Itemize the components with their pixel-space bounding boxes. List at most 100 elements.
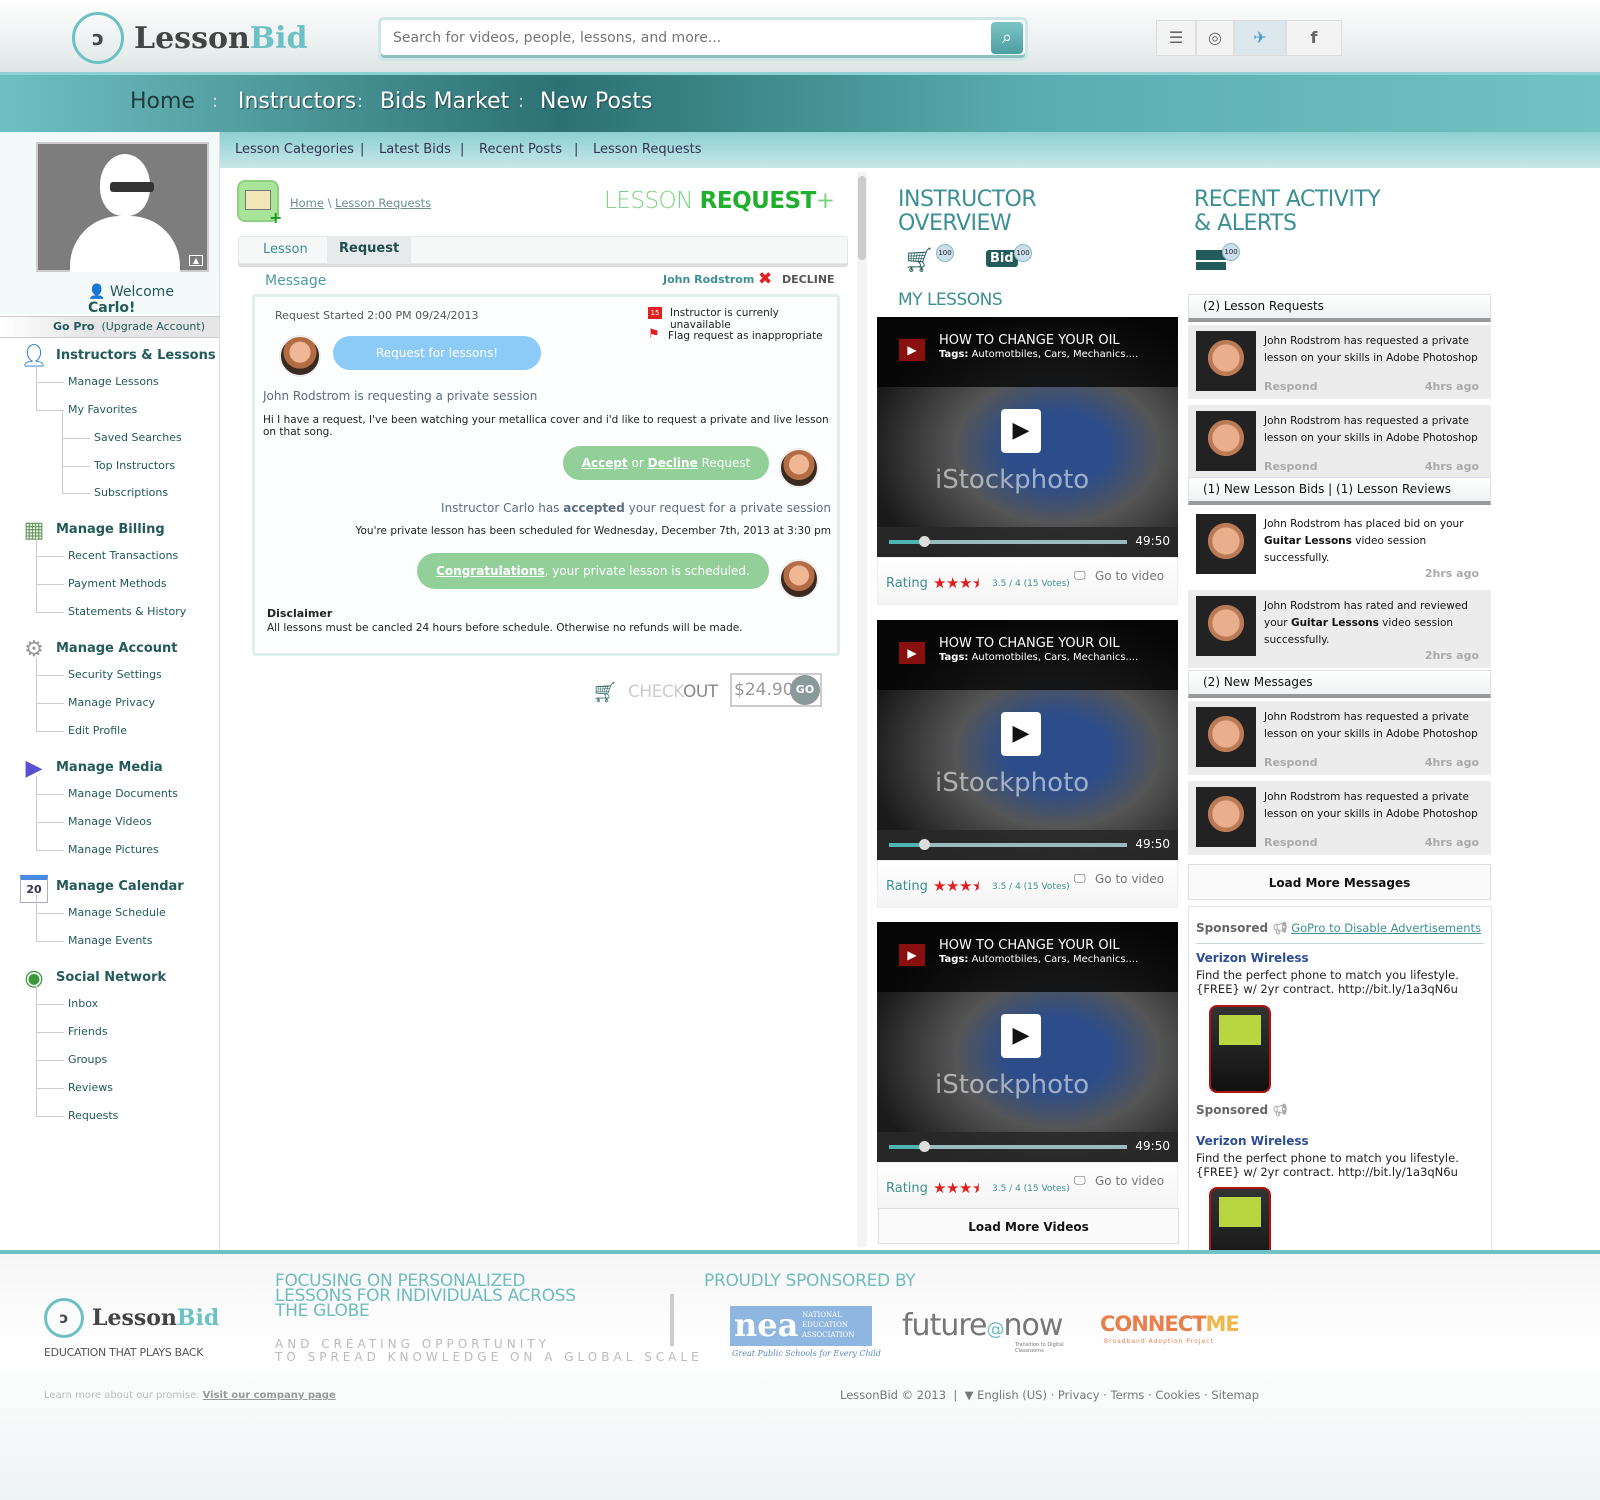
sidebar-item-friends[interactable]: Friends xyxy=(68,1025,108,1038)
flag-request-link[interactable]: Flag request as inappropriate xyxy=(668,330,823,342)
load-more-videos-button[interactable]: Load More Videos xyxy=(878,1208,1179,1244)
logo[interactable]: ↄ LessonBid xyxy=(72,12,308,64)
video-thumbnail[interactable]: ▶ HOW TO CHANGE YOUR OIL Tags: Automotbile… xyxy=(877,619,1178,860)
scrollbar-thumb[interactable] xyxy=(858,176,866,260)
go-pro-link[interactable]: Go Pro (Upgrade Account) xyxy=(0,316,219,338)
video-thumbnail[interactable]: ▶ HOW TO CHANGE YOUR OIL Tags: Automotbile… xyxy=(877,317,1178,557)
phone-image[interactable] xyxy=(1209,1005,1271,1093)
sidebar-item-manage-documents[interactable]: Manage Documents xyxy=(68,787,178,800)
sidebar-section-instructors-lessons[interactable]: Instructors & Lessons xyxy=(56,348,216,363)
sidebar-item-top-instructors[interactable]: Top Instructors xyxy=(94,459,175,472)
futurenow-logo[interactable]: future@now xyxy=(902,1308,1063,1343)
go-to-video-link[interactable]: Go to video xyxy=(1095,1174,1164,1188)
subnav-recent-posts[interactable]: Recent Posts xyxy=(479,142,562,157)
sidebar-item-requests[interactable]: Requests xyxy=(68,1109,118,1122)
respond-link[interactable]: Respond xyxy=(1264,460,1318,473)
progress-handle[interactable] xyxy=(918,838,930,850)
footer-logo[interactable]: ↄ LessonBid xyxy=(44,1298,219,1338)
sitemap-link[interactable]: Sitemap xyxy=(1211,1388,1259,1402)
congratulations-link[interactable]: Congratulations xyxy=(436,564,544,578)
subnav-latest-bids[interactable]: Latest Bids xyxy=(379,142,451,157)
subnav-lesson-requests[interactable]: Lesson Requests xyxy=(593,142,701,157)
progress-handle[interactable] xyxy=(918,536,930,547)
video-title[interactable]: HOW TO CHANGE YOUR OIL xyxy=(939,636,1120,651)
nav-home[interactable]: Home xyxy=(130,89,195,114)
sidebar-item-statements-history[interactable]: Statements & History xyxy=(68,605,186,618)
sidebar-item-inbox[interactable]: Inbox xyxy=(68,997,98,1010)
play-button-icon[interactable]: ▶ xyxy=(1001,711,1041,756)
flag-icon[interactable]: ⚑ xyxy=(648,327,660,342)
sidebar-item-recent-transactions[interactable]: Recent Transactions xyxy=(68,549,178,562)
sidebar-item-payment-methods[interactable]: Payment Methods xyxy=(68,577,167,590)
sidebar-item-manage-pictures[interactable]: Manage Pictures xyxy=(68,843,159,856)
go-button[interactable]: GO xyxy=(790,675,820,705)
respond-link[interactable]: Respond xyxy=(1264,380,1318,393)
nav-bids-market[interactable]: Bids Market xyxy=(380,89,509,114)
decline-button[interactable]: DECLINE xyxy=(782,273,835,286)
ad-advertiser[interactable]: Verizon Wireless xyxy=(1196,1134,1309,1148)
nea-logo[interactable]: nea NATIONAL EDUCATION ASSOCIATION xyxy=(730,1306,872,1346)
profile-picture[interactable]: ▲ xyxy=(36,142,209,272)
sidebar-item-security-settings[interactable]: Security Settings xyxy=(68,668,162,681)
go-to-video-link[interactable]: Go to video xyxy=(1095,872,1164,886)
bid-icon[interactable]: Bid xyxy=(986,250,1018,267)
activity-section-header[interactable]: (2) New Messages xyxy=(1188,670,1491,698)
tab-lesson[interactable]: Lesson xyxy=(251,237,320,265)
breadcrumb-lesson-requests[interactable]: Lesson Requests xyxy=(335,196,431,210)
sidebar-item-groups[interactable]: Groups xyxy=(68,1053,107,1066)
monitor-icon[interactable]: 🖵︎ xyxy=(1074,871,1086,886)
activity-item[interactable]: John Rodstrom has requested a private le… xyxy=(1188,405,1491,479)
subnav-lesson-categories[interactable]: Lesson Categories xyxy=(235,142,354,157)
cart-icon[interactable]: 🛒︎ xyxy=(904,246,934,274)
sidebar-item-my-favorites[interactable]: My Favorites xyxy=(68,403,137,416)
twitter-icon[interactable]: ✈ xyxy=(1234,20,1286,56)
decline-link[interactable]: Decline xyxy=(648,456,698,470)
facebook-icon[interactable]: f xyxy=(1286,20,1342,56)
language-dropdown-icon[interactable]: ▼ xyxy=(965,1388,974,1402)
dribbble-icon[interactable]: ◎ xyxy=(1196,20,1234,56)
monitor-icon[interactable]: 🖵︎ xyxy=(1074,568,1086,583)
language-selector[interactable]: English (US) xyxy=(977,1388,1047,1402)
respond-link[interactable]: Respond xyxy=(1264,756,1318,769)
decline-x-icon[interactable]: ✖ xyxy=(758,269,772,289)
sidebar-item-manage-privacy[interactable]: Manage Privacy xyxy=(68,696,155,709)
scrollbar-track[interactable] xyxy=(857,172,867,1247)
tab-request[interactable]: Request xyxy=(327,236,412,264)
sidebar-item-manage-videos[interactable]: Manage Videos xyxy=(68,815,152,828)
search-input[interactable] xyxy=(381,20,981,56)
sidebar-section-manage-calendar[interactable]: Manage Calendar xyxy=(56,879,184,894)
nav-new-posts[interactable]: New Posts xyxy=(540,89,652,114)
activity-item[interactable]: John Rodstrom has requested a private le… xyxy=(1188,701,1491,775)
cookies-link[interactable]: Cookies xyxy=(1155,1388,1200,1402)
go-to-video-link[interactable]: Go to video xyxy=(1095,569,1164,583)
video-thumbnail[interactable]: ▶ HOW TO CHANGE YOUR OIL Tags: Automotbile… xyxy=(877,922,1178,1162)
breadcrumb-home[interactable]: Home xyxy=(290,196,324,210)
checkout-label[interactable]: CHECKOUT xyxy=(628,682,718,702)
monitor-icon[interactable]: 🖵︎ xyxy=(1074,1173,1086,1188)
sidebar-item-reviews[interactable]: Reviews xyxy=(68,1081,113,1094)
activity-item[interactable]: John Rodstrom has requested a private le… xyxy=(1188,781,1491,855)
privacy-link[interactable]: Privacy xyxy=(1058,1388,1100,1402)
sidebar-item-saved-searches[interactable]: Saved Searches xyxy=(94,431,182,444)
respond-link[interactable]: Respond xyxy=(1264,836,1318,849)
sidebar-item-edit-profile[interactable]: Edit Profile xyxy=(68,724,127,737)
sidebar-item-manage-schedule[interactable]: Manage Schedule xyxy=(68,906,166,919)
video-title[interactable]: HOW TO CHANGE YOUR OIL xyxy=(939,938,1120,953)
connectme-logo[interactable]: CONNECTME xyxy=(1100,1312,1240,1336)
video-title[interactable]: HOW TO CHANGE YOUR OIL xyxy=(939,333,1120,348)
ad-advertiser[interactable]: Verizon Wireless xyxy=(1196,951,1309,965)
activity-section-header[interactable]: (1) New Lesson Bids | (1) Lesson Reviews xyxy=(1188,477,1491,505)
sidebar-section-manage-billing[interactable]: Manage Billing xyxy=(56,522,165,537)
activity-section-header[interactable]: (2) Lesson Requests xyxy=(1188,294,1491,322)
activity-item[interactable]: John Rodstrom has placed bid on your Gui… xyxy=(1188,508,1491,586)
sidebar-item-manage-lessons[interactable]: Manage Lessons xyxy=(68,375,159,388)
sidebar-item-subscriptions[interactable]: Subscriptions xyxy=(94,486,168,499)
sidebar-section-manage-media[interactable]: Manage Media xyxy=(56,760,163,775)
sender-name[interactable]: John Rodstrom xyxy=(663,273,754,286)
nav-instructors[interactable]: Instructors xyxy=(238,89,356,114)
gopro-disable-ads-link[interactable]: GoPro to Disable Advertisements xyxy=(1291,921,1481,935)
accept-link[interactable]: Accept xyxy=(582,456,628,470)
load-more-messages-button[interactable]: Load More Messages xyxy=(1188,864,1491,900)
image-icon[interactable]: ▲ xyxy=(189,255,203,266)
phone-image[interactable] xyxy=(1209,1187,1271,1255)
